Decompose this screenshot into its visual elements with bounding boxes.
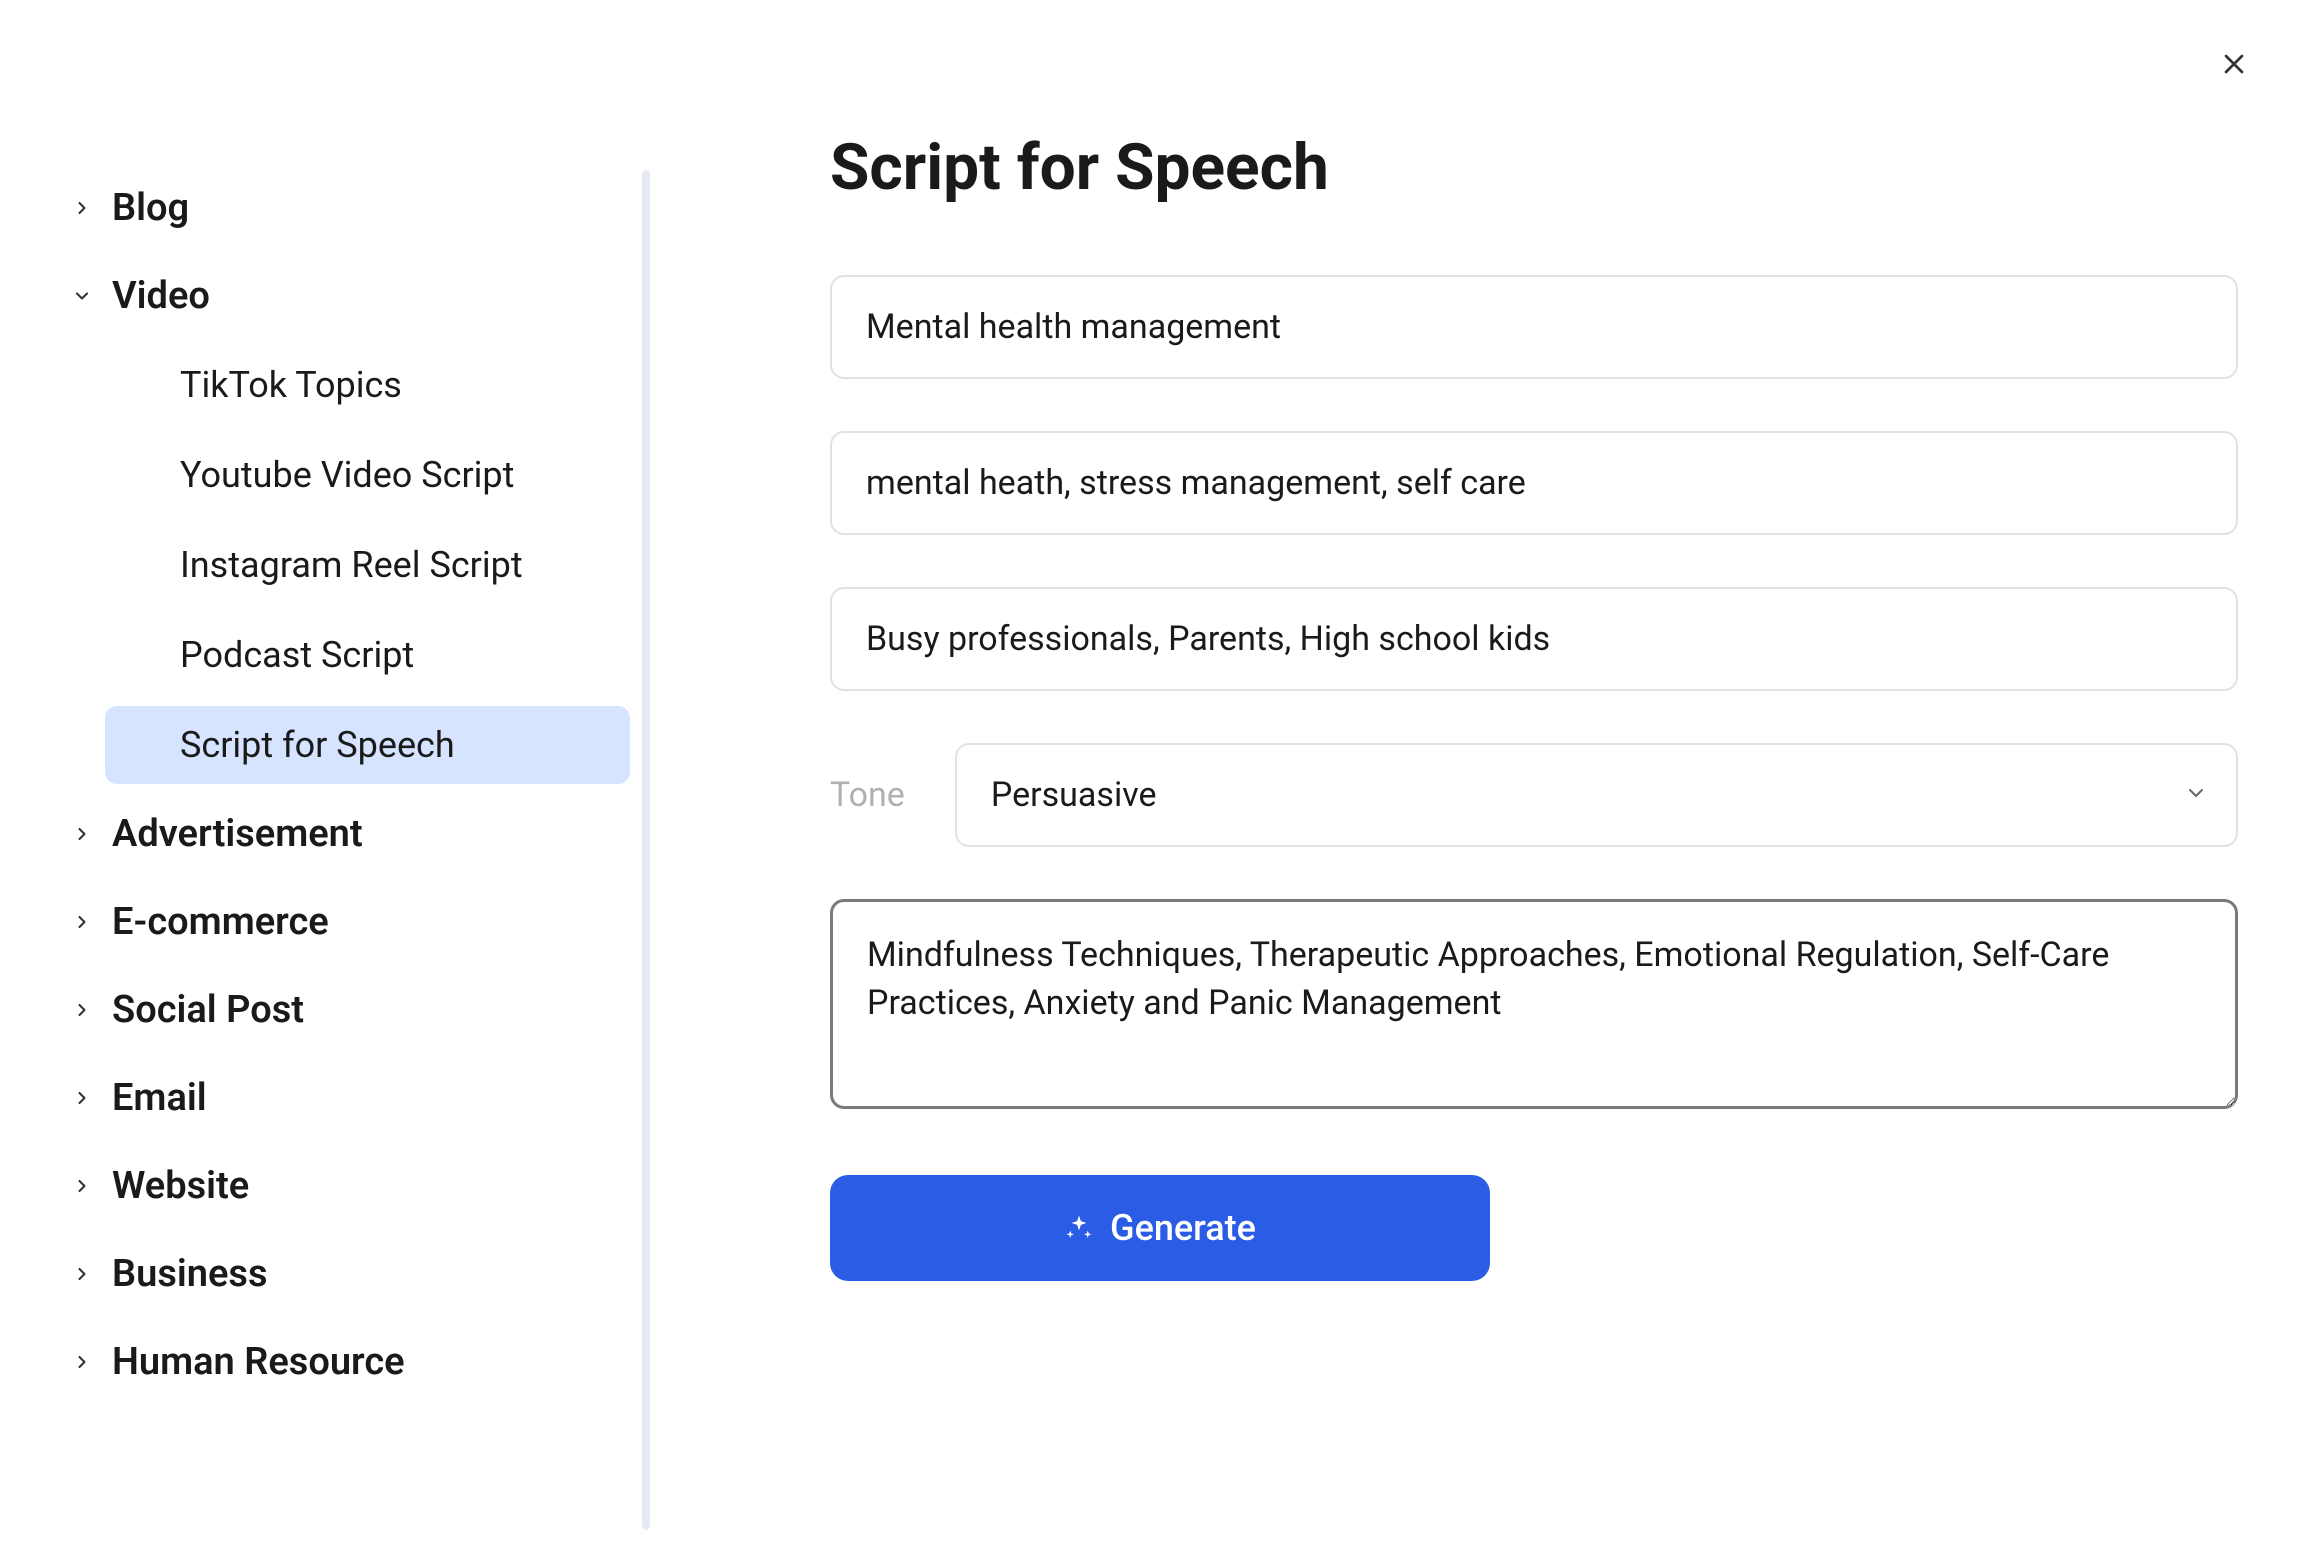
chevron-down-icon [70,284,94,308]
sidebar-category-video[interactable]: Video [60,258,630,334]
sidebar-category-label: E-commerce [112,900,329,944]
chevron-right-icon [70,1174,94,1198]
generate-button-label: Generate [1110,1207,1256,1249]
tone-label: Tone [830,775,905,815]
main-content: Script for Speech Tone Persuasive [700,0,2298,1550]
sidebar-subitem-podcast-script[interactable]: Podcast Script [105,616,630,694]
sidebar-category-social-post[interactable]: Social Post [60,972,630,1048]
topic-input[interactable] [830,275,2238,379]
keywords-input[interactable] [830,431,2238,535]
chevron-right-icon [70,1262,94,1286]
sidebar-category-label: Human Resource [112,1340,405,1384]
sidebar-subitem-tiktok-topics[interactable]: TikTok Topics [105,346,630,424]
sidebar-category-human-resource[interactable]: Human Resource [60,1324,630,1400]
sidebar-category-label: Social Post [112,988,304,1032]
sidebar-category-website[interactable]: Website [60,1148,630,1224]
generate-button[interactable]: Generate [830,1175,1490,1281]
sidebar-category-label: Business [112,1252,268,1296]
page-title: Script for Speech [830,130,2238,205]
sidebar-category-label: Video [112,274,210,318]
chevron-right-icon [70,822,94,846]
sidebar-subitem-youtube-video-script[interactable]: Youtube Video Script [105,436,630,514]
chevron-right-icon [70,196,94,220]
sparkle-icon [1064,1213,1094,1243]
sidebar-category-ecommerce[interactable]: E-commerce [60,884,630,960]
sidebar-subitem-instagram-reel-script[interactable]: Instagram Reel Script [105,526,630,604]
sidebar-category-advertisement[interactable]: Advertisement [60,796,630,872]
sidebar-category-label: Advertisement [112,812,363,856]
scrollbar[interactable] [642,170,650,1530]
close-button[interactable] [2210,40,2258,88]
sidebar: Blog Video TikTok Topics Youtube Video S… [0,0,700,1550]
sidebar-category-label: Email [112,1076,207,1120]
chevron-right-icon [70,1350,94,1374]
chevron-right-icon [70,910,94,934]
details-textarea[interactable] [830,899,2238,1109]
close-icon [2218,48,2250,80]
tone-select[interactable]: Persuasive [955,743,2238,847]
chevron-right-icon [70,998,94,1022]
sidebar-category-business[interactable]: Business [60,1236,630,1312]
sidebar-subitem-script-for-speech[interactable]: Script for Speech [105,706,630,784]
sidebar-category-email[interactable]: Email [60,1060,630,1136]
sidebar-category-label: Website [112,1164,249,1208]
sidebar-category-label: Blog [112,186,189,230]
sidebar-category-blog[interactable]: Blog [60,170,630,246]
audience-input[interactable] [830,587,2238,691]
chevron-right-icon [70,1086,94,1110]
